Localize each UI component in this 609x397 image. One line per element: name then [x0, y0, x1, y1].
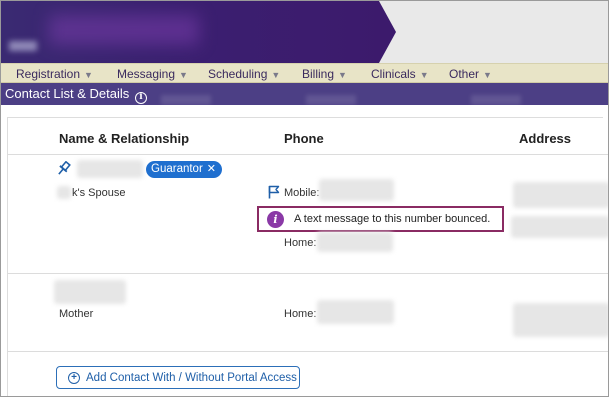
home-number-redacted — [317, 300, 394, 324]
menu-label: Messaging — [117, 67, 176, 81]
badge-label: Guarantor — [151, 163, 203, 175]
ghost-text — [306, 95, 356, 105]
row-divider — [7, 351, 608, 352]
column-header-address[interactable]: Address — [519, 131, 571, 146]
contact-name-redacted — [77, 160, 143, 178]
close-icon[interactable]: ✕ — [207, 163, 216, 175]
chevron-down-icon: ▼ — [179, 70, 188, 80]
chevron-down-icon: ▼ — [419, 70, 429, 80]
menu-billing[interactable]: Billing ▼ — [302, 66, 347, 82]
home-label: Home: — [284, 237, 317, 249]
relationship-text: k's Spouse — [72, 187, 126, 199]
mobile-number-redacted — [319, 179, 394, 201]
contact-list-window: Registration ▼ Messaging ▼ Scheduling ▼ Bil… — [0, 0, 609, 397]
relationship-text: Mother — [59, 308, 94, 320]
chevron-down-icon: ▼ — [271, 70, 281, 80]
menu-label: Scheduling — [208, 67, 268, 81]
add-contact-button[interactable]: + Add Contact With / Without Portal Acce… — [56, 366, 300, 389]
menu-other[interactable]: Other ▼ — [449, 66, 492, 82]
menu-clinicals[interactable]: Clinicals ▼ — [371, 66, 429, 82]
menu-label: Registration — [16, 67, 81, 81]
menu-registration[interactable]: Registration ▼ — [16, 66, 93, 82]
page-title: Contact List & Details i — [5, 86, 147, 104]
mobile-label: Mobile: — [284, 187, 320, 199]
menu-scheduling[interactable]: Scheduling ▼ — [208, 66, 280, 82]
page-title-text: Contact List & Details — [5, 86, 130, 101]
menu-label: Clinicals — [371, 67, 416, 81]
main-menu-bar: Registration ▼ Messaging ▼ Scheduling ▼ Bil… — [1, 63, 608, 83]
row-divider — [7, 273, 608, 274]
chevron-down-icon: ▼ — [483, 70, 492, 80]
contact-card — [7, 117, 603, 396]
bounced-message-alert: i A text message to this number bounced. — [257, 206, 504, 232]
home-label: Home: — [284, 308, 317, 320]
address-redacted — [513, 303, 608, 337]
address-redacted — [511, 216, 608, 238]
name-prefix-redacted — [57, 186, 71, 199]
menu-label: Billing — [302, 67, 335, 81]
add-contact-label: Add Contact With / Without Portal Access — [86, 372, 297, 384]
page-title-bar: Contact List & Details i — [1, 83, 608, 105]
banner-text-blur — [9, 41, 37, 51]
header-divider — [7, 154, 608, 155]
ghost-text — [161, 95, 211, 105]
info-icon: i — [267, 211, 284, 228]
pin-icon[interactable] — [57, 161, 71, 177]
menu-label: Other — [449, 67, 480, 81]
ghost-text — [471, 95, 521, 105]
flag-icon[interactable] — [268, 185, 280, 199]
guarantor-badge[interactable]: Guarantor ✕ — [146, 161, 222, 178]
contact-name-redacted — [54, 280, 126, 304]
top-banner — [1, 1, 608, 63]
menu-messaging[interactable]: Messaging ▼ — [117, 66, 188, 82]
info-icon[interactable]: i — [134, 92, 147, 104]
banner-logo-blur — [49, 15, 199, 45]
chevron-down-icon: ▼ — [338, 70, 347, 80]
plus-circle-icon: + — [68, 372, 80, 384]
column-header-phone[interactable]: Phone — [284, 131, 324, 146]
home-number-redacted — [317, 232, 393, 252]
alert-text: A text message to this number bounced. — [294, 213, 491, 225]
column-header-name[interactable]: Name & Relationship — [59, 131, 189, 146]
address-redacted — [513, 182, 608, 208]
chevron-down-icon: ▼ — [84, 70, 93, 80]
